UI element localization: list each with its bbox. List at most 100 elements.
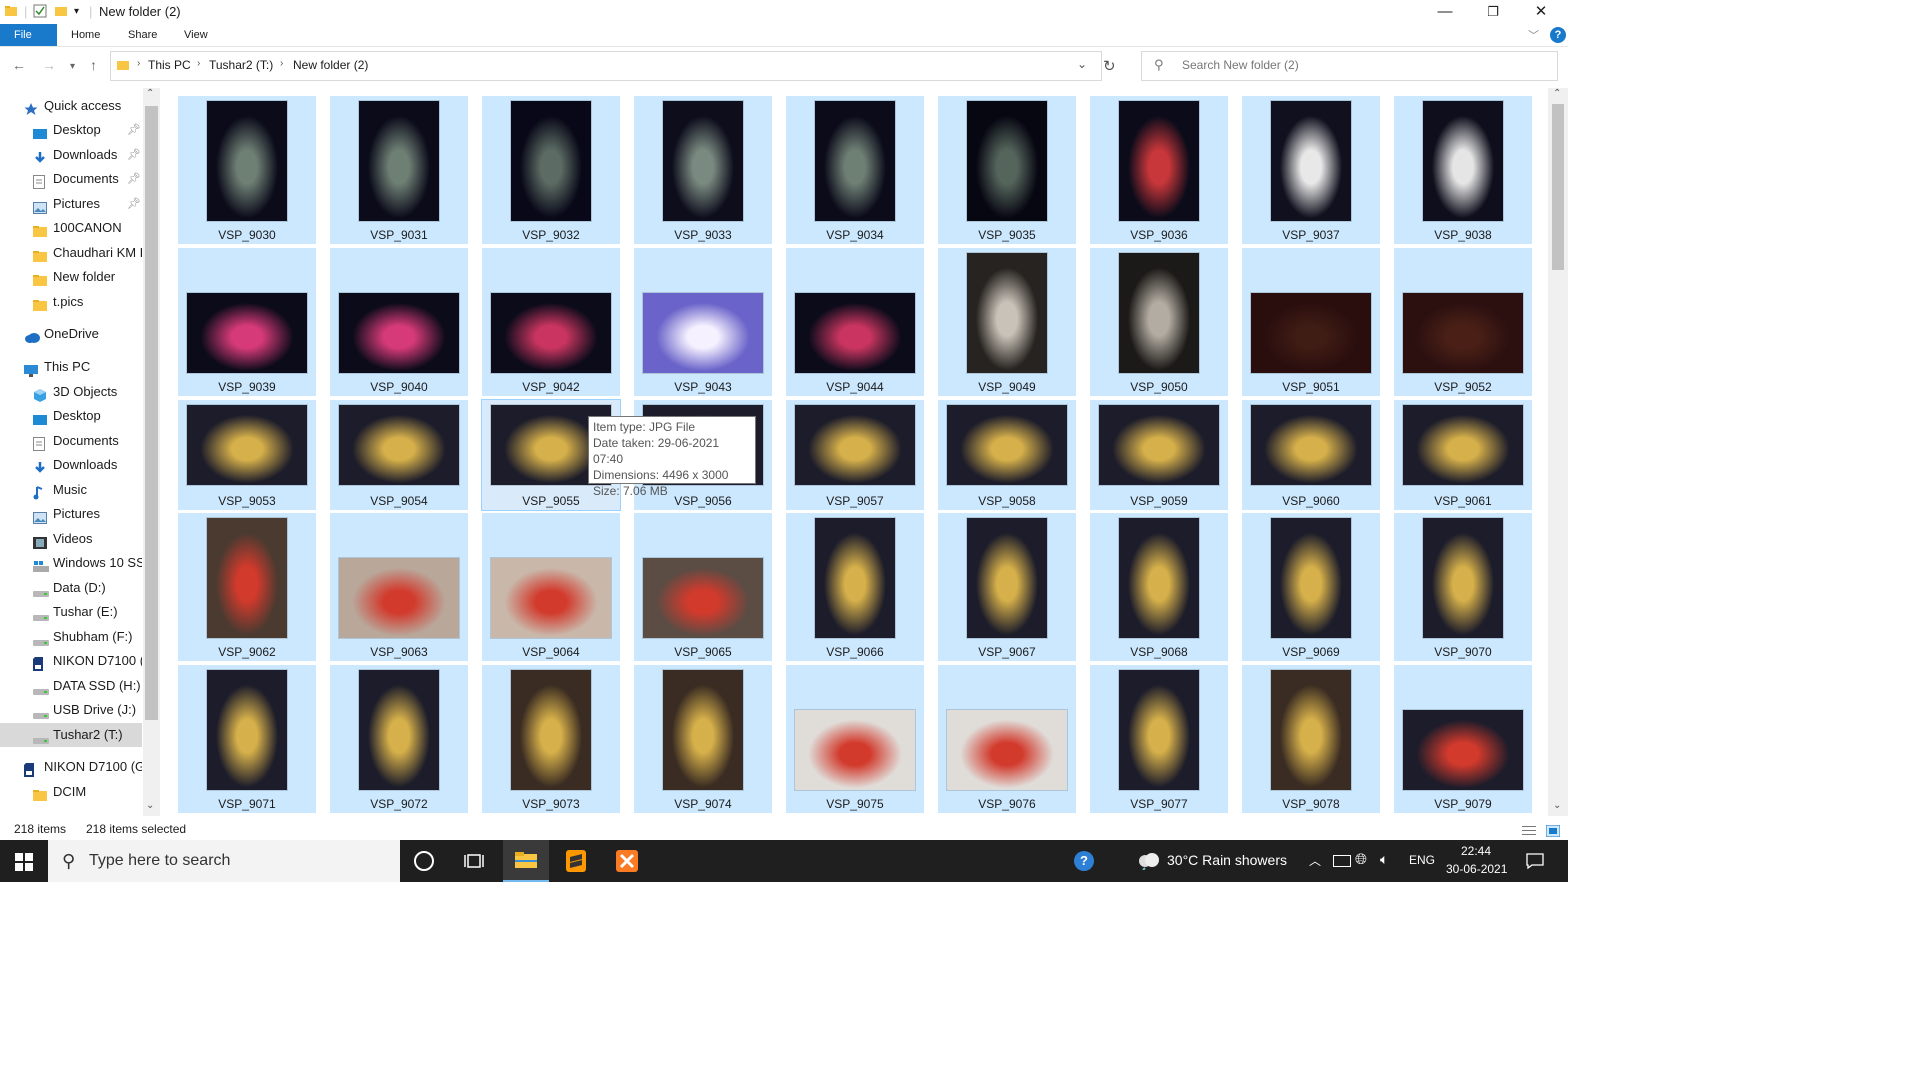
help-question-icon[interactable]: ? [1074, 851, 1094, 871]
file-item[interactable]: VSP_9061 [1394, 400, 1532, 510]
breadcrumb-chevron-icon[interactable]: › [137, 58, 140, 69]
windows-start-icon[interactable] [15, 853, 33, 874]
file-item[interactable]: VSP_9078 [1242, 665, 1380, 813]
file-item[interactable]: VSP_9038 [1394, 96, 1532, 244]
nav-item-documents[interactable]: Documents 📌︎ [0, 167, 142, 191]
minimize-button[interactable]: — [1422, 0, 1468, 24]
weather-cloud-rain-icon[interactable] [1137, 852, 1161, 873]
nav-item-tushar-e[interactable]: Tushar (E:) [0, 600, 142, 624]
file-item[interactable]: VSP_9066 [786, 513, 924, 661]
file-explorer-taskbar-button[interactable] [503, 840, 549, 882]
up-arrow-icon[interactable]: ↑ [90, 57, 97, 73]
nav-item-t-pics[interactable]: t.pics [0, 290, 142, 314]
file-item[interactable]: VSP_9067 [938, 513, 1076, 661]
file-item[interactable]: VSP_9062 [178, 513, 316, 661]
xampp-icon[interactable] [616, 850, 638, 875]
file-item[interactable]: VSP_9064 [482, 513, 620, 661]
recent-locations-chevron-icon[interactable]: ▾ [70, 61, 75, 72]
new-folder-icon[interactable] [54, 4, 68, 20]
nav-item-desktop[interactable]: Desktop 📌︎ [0, 118, 142, 142]
file-item[interactable]: VSP_9040 [330, 248, 468, 396]
nav-item-pictures[interactable]: Pictures 📌︎ [0, 192, 142, 216]
nav-item-tushar2-t[interactable]: Tushar2 (T:) [0, 723, 142, 747]
file-item[interactable]: VSP_9076 [938, 665, 1076, 813]
nav-item-chaudhari-km-er[interactable]: Chaudhari KM Er [0, 241, 142, 265]
scrollbar-thumb[interactable] [1552, 104, 1564, 270]
cortana-icon[interactable] [414, 851, 434, 871]
task-view-icon[interactable] [464, 852, 484, 873]
help-icon[interactable]: ? [1550, 27, 1566, 43]
nav-item-music[interactable]: Music [0, 478, 142, 502]
file-item[interactable]: VSP_9043 [634, 248, 772, 396]
file-item[interactable]: VSP_9052 [1394, 248, 1532, 396]
tab-home[interactable]: Home [57, 24, 114, 46]
tab-share[interactable]: Share [114, 24, 171, 46]
nav-item-desktop[interactable]: Desktop [0, 404, 142, 428]
scroll-down-icon[interactable]: ⌄ [146, 800, 154, 811]
nav-item-data-ssd-h[interactable]: DATA SSD (H:) [0, 674, 142, 698]
file-item[interactable]: VSP_9058 [938, 400, 1076, 510]
file-item[interactable]: VSP_9071 [178, 665, 316, 813]
address-bar[interactable]: › This PC › Tushar2 (T:) › New folder (2… [110, 51, 1102, 81]
file-item[interactable]: VSP_9072 [330, 665, 468, 813]
file-item[interactable]: VSP_9054 [330, 400, 468, 510]
clock-time[interactable]: 22:44 [1461, 844, 1491, 858]
input-language[interactable]: ENG [1409, 853, 1435, 867]
nav-item-new-folder[interactable]: New folder [0, 265, 142, 289]
volume-icon[interactable]: 🔈︎ [1380, 851, 1388, 868]
file-item[interactable]: VSP_9075 [786, 665, 924, 813]
breadcrumb-chevron-icon[interactable]: › [197, 58, 200, 69]
nav-item-onedrive[interactable]: OneDrive [0, 322, 142, 346]
scroll-down-icon[interactable]: ⌄ [1553, 800, 1561, 811]
nav-item-nikon-d7100-g[interactable]: NIKON D7100 (G [0, 649, 142, 673]
nav-item-documents[interactable]: Documents [0, 429, 142, 453]
file-item[interactable]: VSP_9037 [1242, 96, 1380, 244]
nav-item-pictures[interactable]: Pictures [0, 502, 142, 526]
file-item[interactable]: VSP_9065 [634, 513, 772, 661]
refresh-icon[interactable]: ↻ [1103, 57, 1116, 75]
file-item[interactable]: VSP_9050 [1090, 248, 1228, 396]
breadcrumb-this-pc[interactable]: This PC [148, 58, 191, 72]
nav-item-quick-access[interactable]: Quick access [0, 94, 142, 118]
nav-item-this-pc[interactable]: This PC [0, 355, 142, 379]
file-item[interactable]: VSP_9042 [482, 248, 620, 396]
scroll-up-icon[interactable]: ⌃ [1553, 88, 1561, 99]
file-item[interactable]: VSP_9074 [634, 665, 772, 813]
file-item[interactable]: VSP_9053 [178, 400, 316, 510]
file-item[interactable]: VSP_9049 [938, 248, 1076, 396]
network-globe-icon[interactable]: 🌐︎ [1355, 851, 1367, 868]
nav-item-dcim[interactable]: DCIM [0, 780, 142, 804]
file-item[interactable]: VSP_9032 [482, 96, 620, 244]
file-item[interactable]: VSP_9035 [938, 96, 1076, 244]
file-item[interactable]: VSP_9069 [1242, 513, 1380, 661]
tab-file[interactable]: File [0, 24, 57, 46]
file-item[interactable]: VSP_9036 [1090, 96, 1228, 244]
file-item[interactable]: VSP_9057 [786, 400, 924, 510]
file-item[interactable]: VSP_9039 [178, 248, 316, 396]
breadcrumb-current-folder[interactable]: New folder (2) [293, 58, 368, 72]
file-item[interactable]: VSP_9034 [786, 96, 924, 244]
customize-toolbar-chevron-icon[interactable]: ▾ [74, 6, 79, 22]
nav-item-shubham-f[interactable]: Shubham (F:) [0, 625, 142, 649]
notifications-icon[interactable] [1526, 853, 1544, 872]
file-item[interactable]: VSP_9073 [482, 665, 620, 813]
properties-checkbox-icon[interactable] [33, 4, 47, 20]
nav-item-usb-drive-j[interactable]: USB Drive (J:) [0, 698, 142, 722]
nav-item-data-d[interactable]: Data (D:) [0, 576, 142, 600]
file-item[interactable]: VSP_9044 [786, 248, 924, 396]
navigation-scrollbar[interactable]: ⌃ ⌄ [143, 88, 160, 816]
file-item[interactable]: VSP_9059 [1090, 400, 1228, 510]
file-item[interactable]: VSP_9033 [634, 96, 772, 244]
file-item[interactable]: VSP_9030 [178, 96, 316, 244]
search-box[interactable]: ⚲ Search New folder (2) [1141, 51, 1558, 81]
file-item[interactable]: VSP_9077 [1090, 665, 1228, 813]
sublime-text-icon[interactable] [566, 850, 586, 875]
address-dropdown-chevron-icon[interactable]: ⌄ [1077, 57, 1087, 71]
search-input[interactable]: Search New folder (2) [1182, 58, 1299, 72]
forward-arrow-icon[interactable]: → [42, 57, 56, 73]
battery-icon[interactable] [1333, 855, 1351, 867]
maximize-button[interactable]: ❐ [1470, 0, 1516, 24]
nav-item-nikon-d7100-g[interactable]: NIKON D7100 (G:) [0, 755, 142, 779]
taskbar-search-input[interactable]: Type here to search [89, 840, 230, 882]
file-item[interactable]: VSP_9063 [330, 513, 468, 661]
